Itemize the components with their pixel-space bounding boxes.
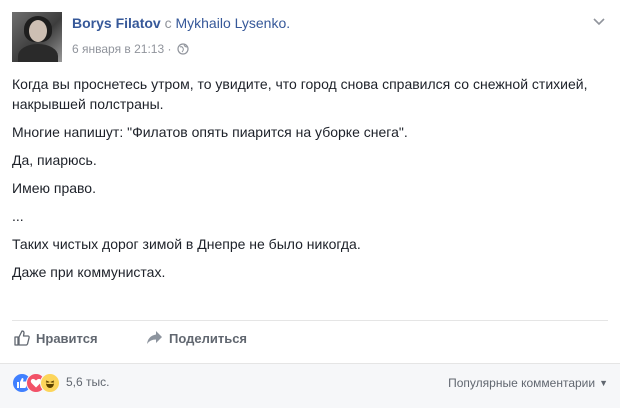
post-text: Когда вы проснетесь утром, то увидите, ч…: [12, 74, 608, 290]
post-title: Borys Filatov с Mykhailo Lysenko.: [72, 15, 290, 31]
share-label: Поделиться: [169, 331, 248, 346]
author-link[interactable]: Borys Filatov: [72, 15, 161, 31]
thumbs-up-icon: [14, 330, 30, 346]
with-text: с: [164, 15, 172, 31]
comment-sort-dropdown[interactable]: Популярные комментарии ▼: [448, 376, 608, 390]
share-button[interactable]: Поделиться: [146, 328, 247, 350]
post-paragraph: Когда вы проснетесь утром, то увидите, ч…: [12, 76, 588, 112]
globe-icon[interactable]: [177, 43, 189, 58]
reaction-count[interactable]: 5,6 тыс.: [66, 375, 109, 389]
post-footer: 5,6 тыс. Популярные комментарии ▼: [0, 363, 620, 408]
post-paragraph: Да, пиарюсь.: [12, 152, 97, 168]
share-icon: [147, 331, 162, 344]
comment-sort-label: Популярные комментарии: [448, 376, 596, 390]
post-paragraph: Таких чистых дорог зимой в Днепре не был…: [12, 236, 361, 252]
post-meta: 6 января в 21:13 ·: [72, 42, 189, 58]
post-paragraph: ...: [12, 208, 24, 224]
caret-down-icon: ▼: [599, 378, 608, 388]
haha-reaction-icon: [40, 373, 60, 393]
tagged-user-link[interactable]: Mykhailo Lysenko.: [175, 15, 290, 31]
like-button[interactable]: Нравится: [14, 328, 98, 350]
post-paragraph: Многие напишут: "Филатов опять пиарится …: [12, 124, 408, 140]
avatar[interactable]: [12, 12, 62, 62]
timestamp-link[interactable]: 6 января в 21:13: [72, 42, 164, 56]
like-label: Нравится: [36, 331, 98, 346]
actions-divider: [12, 320, 608, 321]
chevron-down-icon[interactable]: [592, 14, 606, 33]
meta-separator: ·: [167, 42, 172, 56]
post-header: Borys Filatov с Mykhailo Lysenko. 6 янва…: [12, 12, 608, 62]
post-paragraph: Имею право.: [12, 180, 96, 196]
post-paragraph: Даже при коммунистах.: [12, 264, 166, 280]
